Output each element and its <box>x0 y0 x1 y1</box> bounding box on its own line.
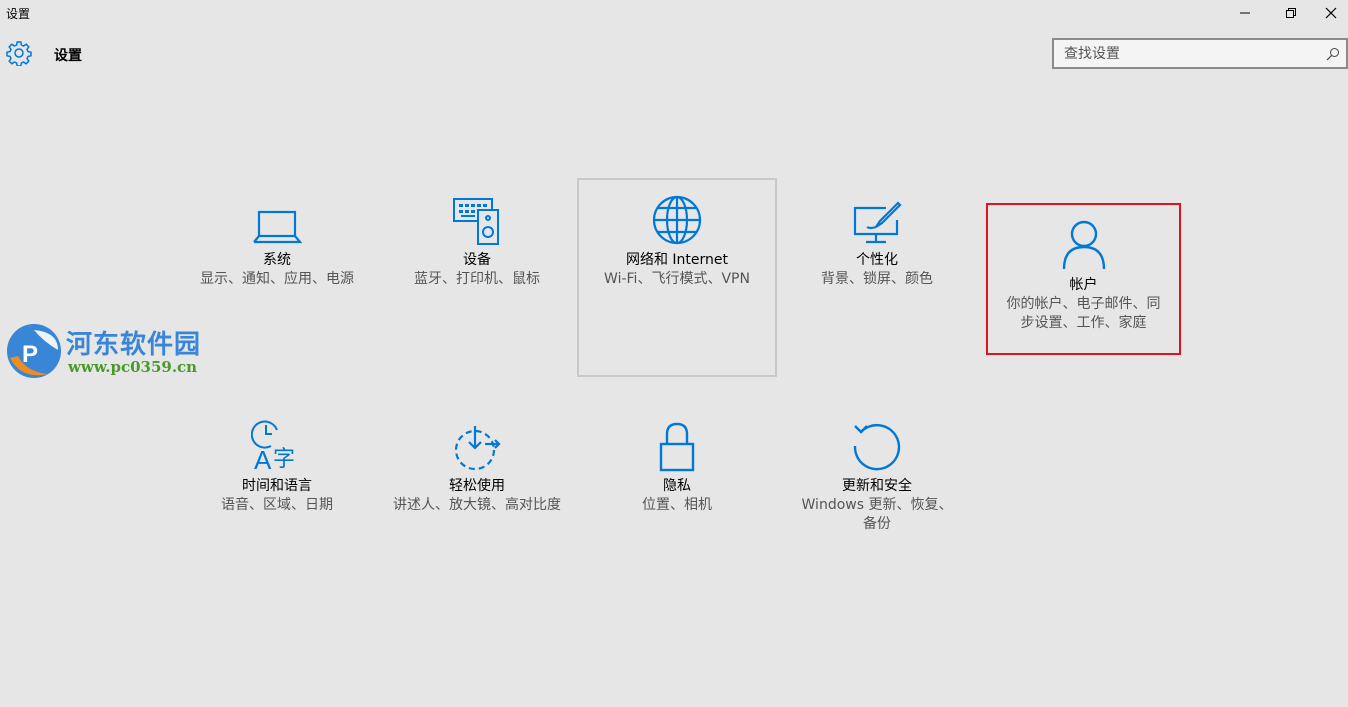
ease-of-access-icon <box>379 416 575 472</box>
search-box[interactable] <box>1052 38 1348 69</box>
person-icon <box>988 219 1179 271</box>
tile-devices-name: 设备 <box>463 252 491 268</box>
restore-button[interactable] <box>1268 0 1314 26</box>
window-title: 设置 <box>6 7 31 21</box>
tile-ease-of-access-name: 轻松使用 <box>449 478 505 494</box>
tile-update-security-desc: Windows 更新、恢复、备份 <box>801 497 953 532</box>
tile-privacy-name: 隐私 <box>663 478 691 494</box>
tile-system[interactable]: 系统 显示、通知、应用、电源 <box>179 190 375 289</box>
minimize-icon <box>1240 12 1250 14</box>
restore-icon <box>1286 8 1296 18</box>
search-icon[interactable] <box>1326 46 1340 65</box>
gear-icon <box>6 40 32 70</box>
close-button[interactable] <box>1314 0 1348 26</box>
update-icon <box>779 416 975 472</box>
globe-icon <box>579 190 775 246</box>
tile-network-desc: Wi-Fi、飞行模式、VPN <box>604 271 750 287</box>
tile-system-name: 系统 <box>263 252 291 268</box>
search-input[interactable] <box>1054 40 1324 67</box>
svg-text:P: P <box>22 341 38 368</box>
tile-ease-of-access[interactable]: 轻松使用 讲述人、放大镜、高对比度 <box>379 416 575 515</box>
tile-personalization-name: 个性化 <box>856 252 898 268</box>
tile-time-language-name: 时间和语言 <box>242 478 312 494</box>
close-icon <box>1325 7 1337 19</box>
tile-time-language[interactable]: A 字 时间和语言 语音、区域、日期 <box>179 416 375 515</box>
tile-accounts-name: 帐户 <box>1069 277 1098 293</box>
time-language-icon: A 字 <box>179 416 375 472</box>
tile-personalization[interactable]: 个性化 背景、锁屏、颜色 <box>779 190 975 289</box>
page-title: 设置 <box>54 48 82 64</box>
minimize-button[interactable] <box>1222 0 1268 26</box>
tile-privacy[interactable]: 隐私 位置、相机 <box>579 416 775 515</box>
svg-text:字: 字 <box>273 447 295 472</box>
devices-icon <box>379 190 575 246</box>
svg-text:A: A <box>254 445 272 472</box>
watermark-logo: P 河东软件园 www.pc0359.cn <box>4 320 214 382</box>
tile-time-language-desc: 语音、区域、日期 <box>221 497 333 513</box>
tile-accounts[interactable]: 帐户 你的帐户、电子邮件、同步设置、工作、家庭 <box>986 203 1181 355</box>
lock-icon <box>579 416 775 472</box>
tile-update-security-name: 更新和安全 <box>842 478 912 494</box>
tile-personalization-desc: 背景、锁屏、颜色 <box>821 271 933 287</box>
tile-network[interactable]: 网络和 Internet Wi-Fi、飞行模式、VPN <box>577 178 777 377</box>
tile-network-name: 网络和 Internet <box>625 252 729 268</box>
tile-devices-desc: 蓝牙、打印机、鼠标 <box>414 271 540 287</box>
laptop-icon <box>179 190 375 246</box>
personalization-icon <box>779 190 975 246</box>
watermark-emblem-icon: P <box>7 324 61 378</box>
watermark-name: 河东软件园 <box>66 330 202 360</box>
watermark-url: www.pc0359.cn <box>68 358 198 376</box>
tile-ease-of-access-desc: 讲述人、放大镜、高对比度 <box>393 497 561 513</box>
tile-devices[interactable]: 设备 蓝牙、打印机、鼠标 <box>379 190 575 289</box>
tile-privacy-desc: 位置、相机 <box>642 497 712 513</box>
tile-update-security[interactable]: 更新和安全 Windows 更新、恢复、备份 <box>779 416 975 534</box>
tile-system-desc: 显示、通知、应用、电源 <box>200 271 354 287</box>
tile-accounts-desc: 你的帐户、电子邮件、同步设置、工作、家庭 <box>1006 296 1161 331</box>
title-bar: 设置 <box>0 0 1348 26</box>
